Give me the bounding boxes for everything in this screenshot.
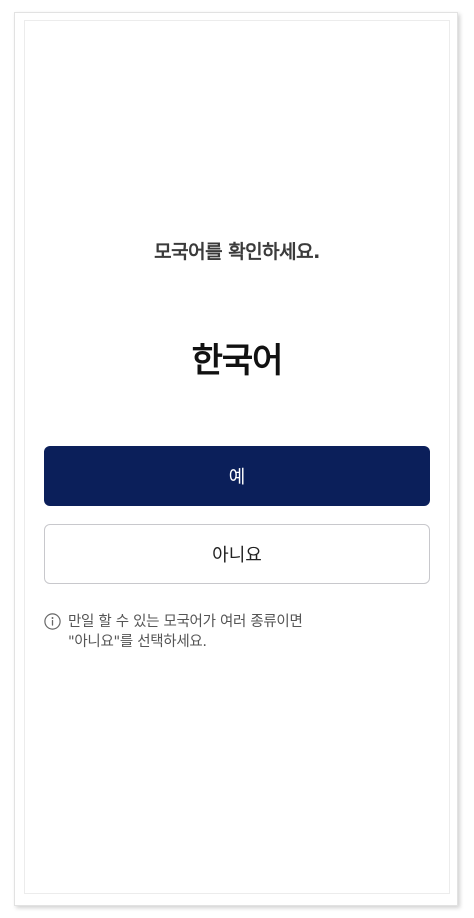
- info-text: 만일 할 수 있는 모국어가 여러 종류이면 "아니요"를 선택하세요.: [68, 612, 303, 652]
- info-line-2: "아니요"를 선택하세요.: [68, 634, 207, 650]
- confirm-language-prompt: 모국어를 확인하세요.: [154, 241, 320, 263]
- info-circle-icon: [44, 613, 61, 630]
- no-button[interactable]: 아니요: [44, 524, 430, 584]
- yes-button[interactable]: 예: [44, 446, 430, 506]
- info-notice: 만일 할 수 있는 모국어가 여러 종류이면 "아니요"를 선택하세요.: [44, 612, 424, 652]
- detected-language: 한국어: [191, 341, 284, 381]
- info-line-1: 만일 할 수 있는 모국어가 여러 종류이면: [68, 614, 303, 630]
